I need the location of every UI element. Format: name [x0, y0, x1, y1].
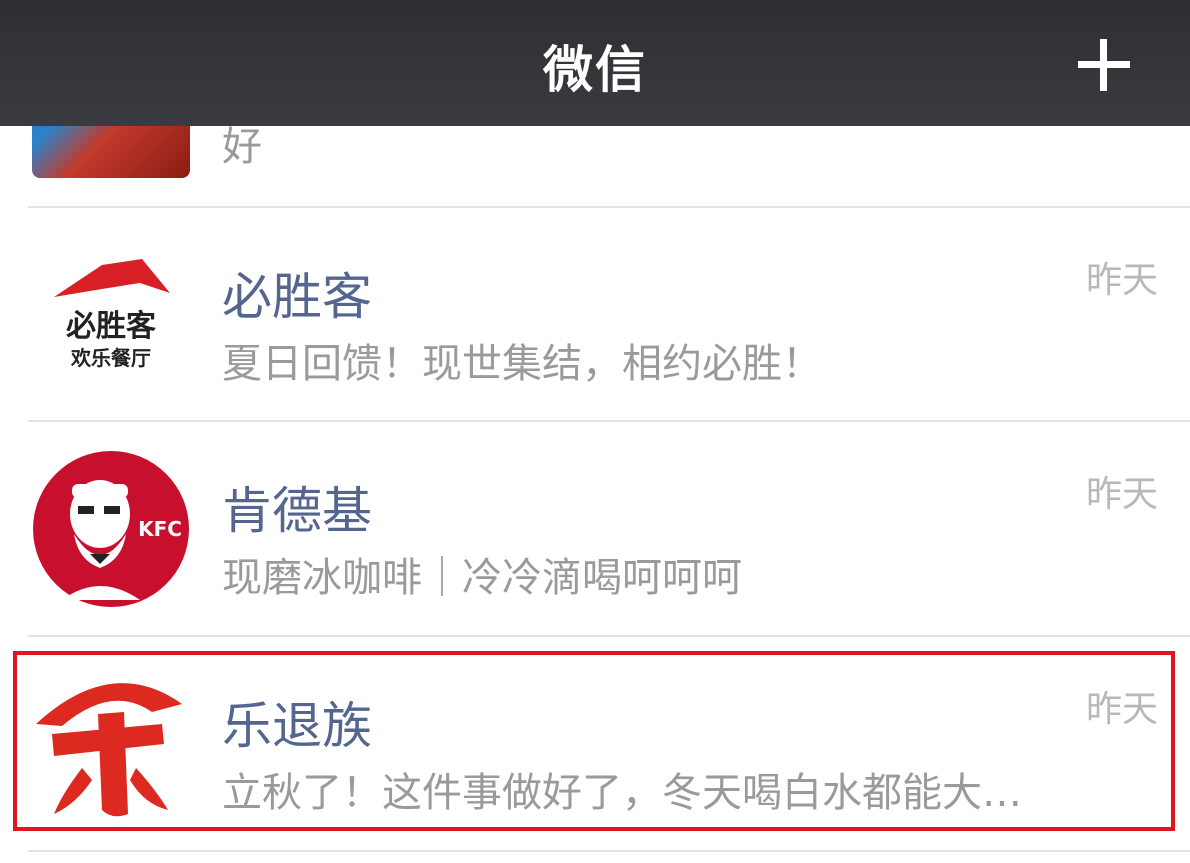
chat-row-letuizu[interactable]: 乐退族 立秋了！这件事做好了，冬天喝白水都能大… 昨天	[0, 636, 1190, 850]
chat-row-kfc[interactable]: KFC 肯德基 现磨冰咖啡｜冷冷滴喝呵呵呵 昨天	[0, 421, 1190, 635]
chat-name: 肯德基	[222, 482, 372, 540]
chat-preview: 立秋了！这件事做好了，冬天喝白水都能大…	[222, 770, 1022, 816]
svg-text:KFC: KFC	[138, 517, 182, 541]
divider	[28, 850, 1190, 852]
avatar-letuizu-logo	[32, 664, 190, 822]
chat-time: 昨天	[1085, 474, 1158, 515]
chat-list: 好 必胜客 欢乐餐厅 必胜客 夏日回馈！现世集结，相约必胜！ 昨天 KFC 肯德…	[0, 0, 1190, 863]
chat-time: 昨天	[1085, 689, 1158, 730]
chat-row-pizzahut[interactable]: 必胜客 欢乐餐厅 必胜客 夏日回馈！现世集结，相约必胜！ 昨天	[0, 207, 1190, 421]
nav-title: 微信	[543, 41, 647, 99]
plus-icon-v	[1100, 39, 1107, 91]
nav-bar: 微信	[0, 0, 1190, 126]
plus-icon[interactable]	[1072, 34, 1132, 94]
svg-text:欢乐餐厅: 欢乐餐厅	[70, 346, 151, 370]
chat-time: 昨天	[1085, 260, 1158, 301]
chat-name: 必胜客	[222, 268, 372, 326]
kfc-logo: KFC	[33, 451, 189, 607]
chat-preview: 现磨冰咖啡｜冷冷滴喝呵呵呵	[222, 555, 742, 601]
avatar-kfc-logo: KFC	[32, 450, 190, 608]
chat-name: 乐退族	[222, 697, 372, 755]
letuizu-logo	[36, 683, 182, 817]
svg-text:必胜客: 必胜客	[66, 309, 156, 344]
chat-preview: 夏日回馈！现世集结，相约必胜！	[222, 341, 822, 387]
pizzahut-logo: 必胜客 欢乐餐厅	[54, 259, 170, 370]
avatar-pizzahut-logo: 必胜客 欢乐餐厅	[32, 233, 190, 391]
